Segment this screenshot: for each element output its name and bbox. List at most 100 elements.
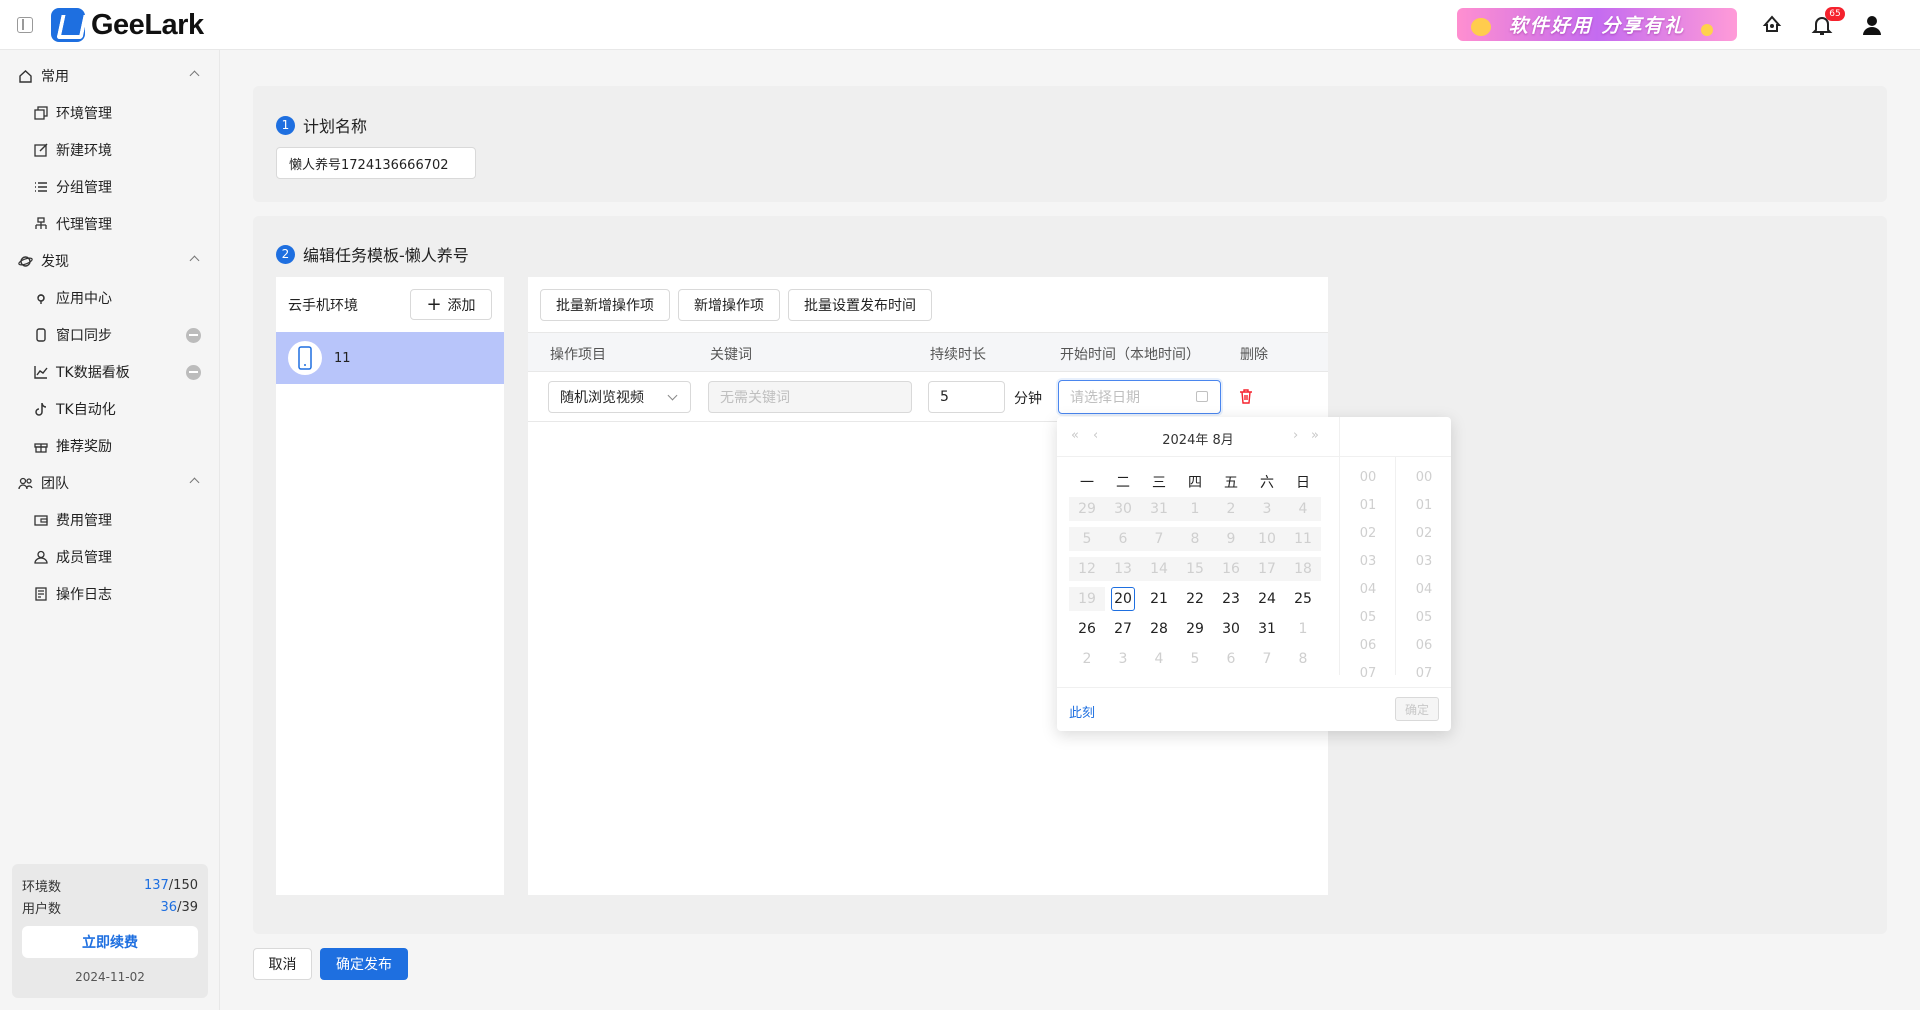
time-option[interactable]: 07 <box>1340 666 1396 681</box>
calendar-day[interactable]: 20 <box>1105 587 1141 611</box>
time-option[interactable]: 03 <box>1396 554 1452 569</box>
keyword-input[interactable]: 无需关键词 <box>708 381 912 413</box>
chevron-up-icon <box>189 255 200 266</box>
time-option[interactable]: 01 <box>1396 498 1452 513</box>
sidebar-item-label: 窗口同步 <box>56 328 112 344</box>
nav-group-label: 发现 <box>41 254 69 270</box>
start-date-input[interactable]: 请选择日期 <box>1058 380 1221 414</box>
calendar-day: 9 <box>1213 527 1249 551</box>
calendar-day[interactable]: 29 <box>1177 617 1213 641</box>
sidebar-item-tk-dashboard[interactable]: TK数据看板 <box>0 357 220 387</box>
hour-column[interactable]: 00 01 02 03 04 05 06 07 <box>1339 457 1396 681</box>
calendar-day: 8 <box>1177 527 1213 551</box>
calendar-day: 17 <box>1249 557 1285 581</box>
time-option[interactable]: 06 <box>1396 638 1452 653</box>
sidebar-item-billing[interactable]: 费用管理 <box>0 505 220 535</box>
step-label: 计划名称 <box>303 117 368 136</box>
sidebar-item-logs[interactable]: 操作日志 <box>0 579 220 609</box>
calendar-day[interactable]: 3 <box>1105 647 1141 671</box>
time-option[interactable]: 05 <box>1396 610 1452 625</box>
sidebar-item-label: 成员管理 <box>56 550 112 566</box>
plan-name-input[interactable]: 懒人养号1724136666702 <box>276 147 476 179</box>
operation-select[interactable]: 随机浏览视频 <box>548 381 691 413</box>
time-option[interactable]: 05 <box>1340 610 1396 625</box>
nav-group-discover[interactable]: 发现 <box>0 246 220 276</box>
calendar-day[interactable]: 28 <box>1141 617 1177 641</box>
sidebar-item-app-center[interactable]: 应用中心 <box>0 283 220 313</box>
step1-title: 1 计划名称 <box>276 113 367 137</box>
time-option[interactable]: 02 <box>1396 526 1452 541</box>
step-number: 2 <box>276 244 295 264</box>
calendar-day[interactable]: 2 <box>1069 647 1105 671</box>
time-option[interactable]: 03 <box>1340 554 1396 569</box>
home-icon <box>18 69 33 84</box>
nav-group-team[interactable]: 团队 <box>0 468 220 498</box>
next-month-icon[interactable]: › <box>1293 428 1298 443</box>
time-option[interactable]: 04 <box>1396 582 1452 597</box>
calendar-day[interactable]: 1 <box>1285 617 1321 641</box>
calendar-day: 30 <box>1105 497 1141 521</box>
sidebar-toggle-icon[interactable] <box>17 17 33 33</box>
calendar-day[interactable]: 24 <box>1249 587 1285 611</box>
sidebar-item-new-env[interactable]: 新建环境 <box>0 135 220 165</box>
calendar-day: 18 <box>1285 557 1321 581</box>
calendar-day[interactable]: 4 <box>1141 647 1177 671</box>
calendar-day[interactable]: 5 <box>1177 647 1213 671</box>
add-env-button[interactable]: + 添加 <box>410 289 492 320</box>
cancel-button[interactable]: 取消 <box>253 948 312 980</box>
env-row[interactable]: 11 <box>276 332 504 384</box>
calendar-day[interactable]: 23 <box>1213 587 1249 611</box>
now-link[interactable]: 此刻 <box>1069 702 1095 721</box>
sidebar-item-members[interactable]: 成员管理 <box>0 542 220 572</box>
time-option[interactable]: 00 <box>1396 470 1452 485</box>
next-year-icon[interactable]: » <box>1311 428 1319 443</box>
sidebar-item-window-sync[interactable]: 窗口同步 <box>0 320 220 350</box>
publish-button[interactable]: 确定发布 <box>320 948 408 980</box>
calendar-day[interactable]: 7 <box>1249 647 1285 671</box>
duration-input[interactable]: 5 <box>928 381 1005 413</box>
logo[interactable]: GeeLark <box>51 8 204 42</box>
time-option[interactable]: 00 <box>1340 470 1396 485</box>
calendar-day[interactable]: 27 <box>1105 617 1141 641</box>
user-avatar-icon[interactable] <box>1859 12 1885 38</box>
operation-value: 随机浏览视频 <box>560 390 644 406</box>
promo-banner[interactable]: 软件好用 分享有礼 <box>1457 8 1737 41</box>
calendar-day[interactable]: 22 <box>1177 587 1213 611</box>
wallet-icon <box>33 513 48 528</box>
sidebar-item-group-manage[interactable]: 分组管理 <box>0 172 220 202</box>
add-op-button[interactable]: 新增操作项 <box>678 289 780 321</box>
sidebar-item-proxy-manage[interactable]: 代理管理 <box>0 209 220 239</box>
renew-button[interactable]: 立即续费 <box>22 926 198 958</box>
env-total: /150 <box>168 877 198 893</box>
calendar-day[interactable]: 21 <box>1141 587 1177 611</box>
sidebar-item-label: 新建环境 <box>56 143 112 159</box>
nav-group-common[interactable]: 常用 <box>0 61 220 91</box>
sidebar-item-tk-automation[interactable]: TK自动化 <box>0 394 220 424</box>
sidebar-item-env-manage[interactable]: 环境管理 <box>0 98 220 128</box>
step2-title: 2 编辑任务模板-懒人养号 <box>276 242 469 266</box>
calendar-day[interactable]: 30 <box>1213 617 1249 641</box>
time-header <box>1339 417 1451 457</box>
calendar-day[interactable]: 26 <box>1069 617 1105 641</box>
time-option[interactable]: 04 <box>1340 582 1396 597</box>
calendar-day[interactable]: 6 <box>1213 647 1249 671</box>
calendar-day[interactable]: 8 <box>1285 647 1321 671</box>
time-option[interactable]: 02 <box>1340 526 1396 541</box>
sidebar-item-label: 代理管理 <box>56 217 112 233</box>
sidebar-item-referral[interactable]: 推荐奖励 <box>0 431 220 461</box>
batch-add-ops-button[interactable]: 批量新增操作项 <box>540 289 670 321</box>
bell-ring-icon[interactable] <box>1759 12 1785 38</box>
coin-icon <box>1471 18 1491 36</box>
minute-column[interactable]: 00 01 02 03 04 05 06 07 <box>1395 457 1452 681</box>
calendar-day[interactable]: 31 <box>1249 617 1285 641</box>
batch-set-time-button[interactable]: 批量设置发布时间 <box>788 289 932 321</box>
confirm-date-button[interactable]: 确定 <box>1395 697 1439 721</box>
time-option[interactable]: 06 <box>1340 638 1396 653</box>
quota-panel: 环境数 137/150 用户数 36/39 立即续费 2024-11-02 <box>12 864 208 998</box>
calendar-day[interactable]: 25 <box>1285 587 1321 611</box>
weekday-label: 一 <box>1080 475 1094 491</box>
gift-icon <box>33 439 48 454</box>
time-option[interactable]: 01 <box>1340 498 1396 513</box>
delete-trash-icon[interactable] <box>1239 389 1253 408</box>
time-option[interactable]: 07 <box>1396 666 1452 681</box>
